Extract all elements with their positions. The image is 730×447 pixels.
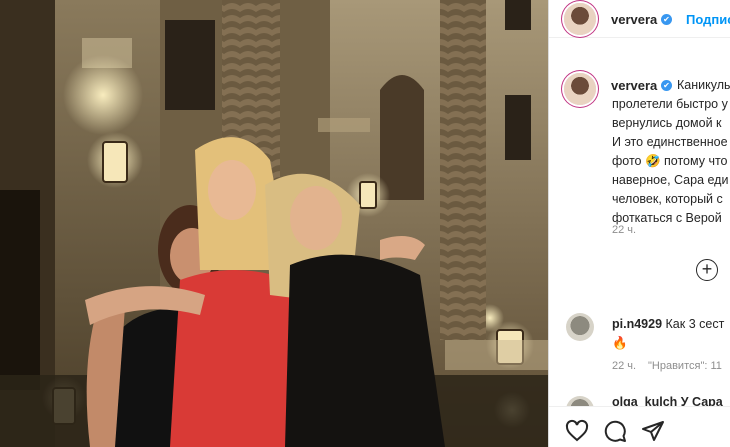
caption-line: пролетели быстро у [612,97,728,111]
post-photo[interactable] [0,0,548,447]
action-bar [549,406,730,447]
heart-icon[interactable] [565,419,589,443]
comment-icon[interactable] [603,419,627,443]
photo-scene [0,0,548,447]
caption-line: наверное, Сара еди [612,173,729,187]
caption-timestamp[interactable]: 22 ч. [612,224,636,236]
comment-body: Как 3 сест [665,317,725,331]
caption-line: И это единственное [612,135,728,149]
comment-username[interactable]: pi.n4929 [612,317,662,331]
caption-line: фото 🤣 потому что [612,154,728,168]
caption-line: вернулись домой к [612,116,722,130]
author-avatar[interactable] [564,3,596,35]
comment-avatar[interactable] [566,313,594,341]
verified-badge-icon: ✔ [661,14,672,25]
paper-plane-icon[interactable] [641,419,665,443]
caption-line: человек, который с [612,192,723,206]
author-username[interactable]: ververa [611,12,657,27]
comment-item: pi.n4929 Как 3 сест 🔥 [612,315,730,353]
comment-timestamp[interactable]: 22 ч. [612,360,636,372]
caption-line: Каникулы [677,78,730,92]
follow-button[interactable]: Подписаться [686,12,730,27]
caption-author-avatar[interactable] [564,73,596,105]
comment-likes[interactable]: "Нравится": 11 [648,360,722,372]
caption-text: Каникулы пролетели быстро у вернулись до… [612,76,730,228]
plus-circle-icon[interactable]: + [696,259,718,281]
fire-emoji: 🔥 [612,336,628,350]
post-sidebar: ververa ✔ Подписаться ververa ✔ Каникулы… [548,0,730,447]
post-header: ververa ✔ Подписаться [549,0,730,38]
